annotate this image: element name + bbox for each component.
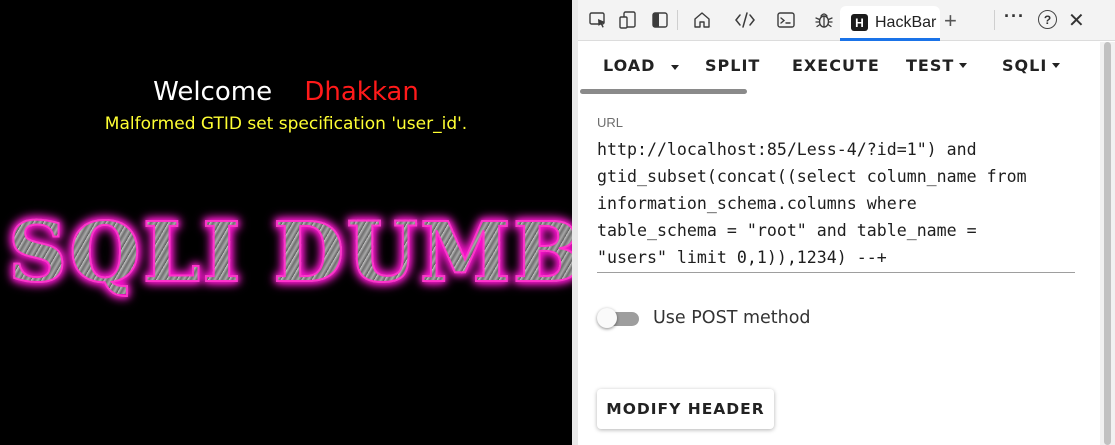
tab-separator bbox=[677, 10, 678, 30]
sqli-dumb-banner: SQLI DUMB bbox=[7, 211, 572, 295]
split-button[interactable]: SPLIT bbox=[705, 56, 760, 75]
toggle-knob bbox=[597, 308, 617, 328]
devtools-tab-bar: H HackBar + ··· ? ✕ bbox=[578, 0, 1115, 41]
url-field-label: URL bbox=[597, 115, 624, 130]
help-icon[interactable]: ? bbox=[1038, 10, 1057, 29]
devtools-panel: H HackBar + ··· ? ✕ LOAD SPLIT EXECUTE T… bbox=[578, 0, 1115, 445]
url-field-underline bbox=[597, 272, 1075, 273]
tab-hackbar-label: HackBar bbox=[875, 14, 937, 31]
device-emulation-icon[interactable] bbox=[616, 8, 640, 32]
chevron-down-icon bbox=[959, 62, 968, 68]
post-method-toggle[interactable] bbox=[597, 308, 639, 328]
dock-sidebar-icon[interactable] bbox=[648, 8, 672, 32]
tab-hackbar[interactable]: H HackBar bbox=[840, 6, 940, 40]
hackbar-toolbar: LOAD SPLIT EXECUTE TEST SQLI bbox=[578, 42, 1100, 88]
add-tab-icon[interactable]: + bbox=[944, 8, 957, 34]
sql-error-message: Malformed GTID set specification 'user_i… bbox=[104, 114, 468, 134]
execute-button[interactable]: EXECUTE bbox=[792, 56, 880, 75]
chevron-down-icon bbox=[1052, 62, 1061, 68]
chevron-down-icon bbox=[671, 64, 679, 70]
elements-icon[interactable] bbox=[733, 8, 757, 32]
more-options-icon[interactable]: ··· bbox=[1004, 6, 1025, 27]
welcome-line: Welcome Dhakkan bbox=[0, 77, 572, 107]
home-icon[interactable] bbox=[690, 8, 714, 32]
vertical-scrollbar-thumb[interactable] bbox=[1104, 42, 1111, 445]
post-method-label[interactable]: Use POST method bbox=[653, 308, 811, 328]
test-menu-label: TEST bbox=[906, 56, 955, 75]
welcome-text: Welcome bbox=[153, 77, 273, 107]
hackbar-logo-icon: H bbox=[851, 14, 868, 31]
console-icon[interactable] bbox=[774, 8, 798, 32]
close-icon[interactable]: ✕ bbox=[1068, 8, 1085, 33]
modify-header-button[interactable]: MODIFY HEADER bbox=[597, 389, 774, 429]
vulnerable-web-page: Welcome Dhakkan Malformed GTID set speci… bbox=[0, 0, 572, 445]
test-menu-button[interactable]: TEST bbox=[906, 56, 968, 75]
url-textarea[interactable]: http://localhost:85/Less-4/?id=1") and g… bbox=[597, 136, 1077, 271]
load-dropdown-button[interactable] bbox=[666, 60, 680, 78]
debug-bug-icon[interactable] bbox=[812, 8, 836, 32]
toolbar-horizontal-scrollbar[interactable] bbox=[580, 89, 747, 94]
inspect-icon[interactable] bbox=[586, 8, 610, 32]
active-tab-indicator bbox=[840, 38, 940, 41]
load-button[interactable]: LOAD bbox=[603, 56, 655, 75]
sqli-menu-label: SQLI bbox=[1002, 56, 1048, 75]
tab-separator bbox=[994, 10, 995, 30]
user-name-text: Dhakkan bbox=[304, 77, 419, 107]
sqli-menu-button[interactable]: SQLI bbox=[1002, 56, 1061, 75]
